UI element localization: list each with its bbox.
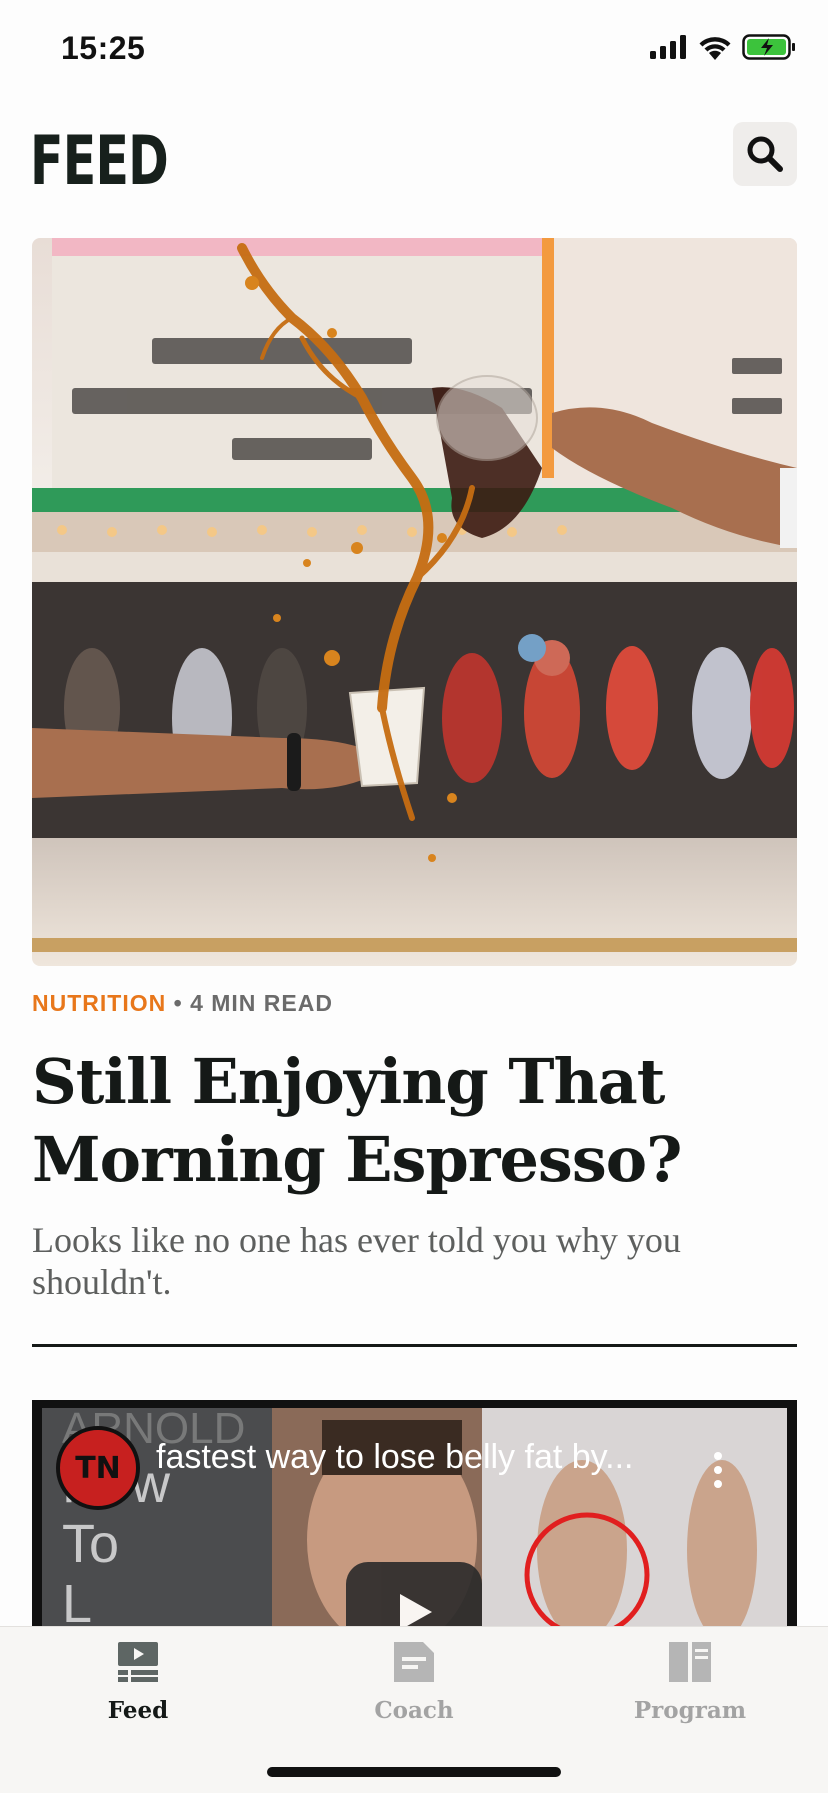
search-icon (747, 136, 783, 172)
article-card[interactable]: NUTRITION • 4 MIN READ Still Enjoying Th… (32, 990, 797, 1303)
header: FEED (0, 100, 828, 220)
coffee-splash-photo (32, 238, 797, 966)
article-read-time: 4 MIN READ (190, 990, 333, 1016)
status-time: 15:25 (61, 30, 146, 66)
thumb-line-3: To (62, 1514, 120, 1574)
status-bar: 15:25 (0, 0, 828, 100)
article-hero-image[interactable] (32, 238, 797, 966)
article-meta: NUTRITION • 4 MIN READ (32, 990, 797, 1017)
wifi-icon (699, 37, 731, 60)
tab-program-label: Program (633, 1697, 747, 1724)
video-title[interactable]: fastest way to lose belly fat by... (156, 1438, 633, 1477)
tab-coach-label: Coach (374, 1697, 454, 1724)
article-title[interactable]: Still Enjoying That Morning Espresso? (32, 1043, 797, 1199)
play-icon (400, 1594, 432, 1630)
home-indicator[interactable] (267, 1767, 561, 1777)
video-card[interactable]: ARNOLD How To L TN fastest way to lose b… (32, 1400, 797, 1630)
meta-separator: • (173, 990, 183, 1016)
tab-feed-label: Feed (107, 1697, 169, 1724)
bottom-tab-bar: Feed Coach Program (0, 1626, 828, 1793)
more-options-icon[interactable] (712, 1452, 724, 1488)
coach-icon (394, 1642, 434, 1682)
video-play-button[interactable] (346, 1562, 482, 1630)
article-subtitle: Looks like no one has ever told you why … (32, 1220, 681, 1302)
thumb-line-4: L (62, 1574, 93, 1630)
page-title: FEED (30, 122, 169, 201)
search-button[interactable] (733, 122, 797, 186)
article-category[interactable]: NUTRITION (32, 990, 166, 1016)
channel-avatar[interactable]: TN (56, 1426, 140, 1510)
section-divider (32, 1344, 797, 1347)
tab-feed[interactable]: Feed (0, 1627, 276, 1757)
status-icons (650, 34, 796, 60)
program-icon (669, 1642, 711, 1682)
tab-coach[interactable]: Coach (276, 1627, 552, 1757)
cellular-signal-icon (650, 35, 686, 59)
feed-icon (118, 1642, 158, 1682)
tab-program[interactable]: Program (552, 1627, 828, 1757)
battery-charging-icon (742, 34, 795, 60)
channel-badge-text: TN (75, 1450, 121, 1486)
